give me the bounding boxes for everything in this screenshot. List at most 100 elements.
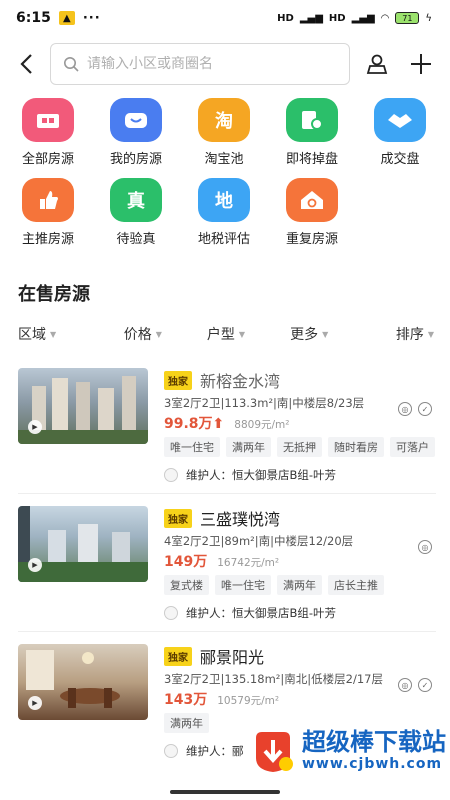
signal-bars-icon: ▂▄▆ xyxy=(299,12,323,24)
listing-name: 三盛璞悦湾 xyxy=(200,510,281,529)
agent-profile-button[interactable] xyxy=(360,47,394,81)
filter-label: 价格 xyxy=(123,327,152,343)
menu-label: 成交盘 xyxy=(380,152,420,167)
promoted-icon xyxy=(22,178,74,222)
listing-card[interactable]: ▶ 独家 三盛璞悦湾 4室2厅2卫|89m²|南|中楼层12/20层 149万 … xyxy=(18,494,436,632)
back-button[interactable] xyxy=(12,50,40,78)
charging-icon: ϟ xyxy=(425,12,432,24)
caret-down-icon: ▼ xyxy=(322,329,329,339)
menu-tax-assess[interactable]: 地 地税评估 xyxy=(180,178,268,258)
agent-row: 维护人：恒大御景店B组-叶芳 xyxy=(164,467,436,483)
filter-label: 户型 xyxy=(206,327,235,343)
tag: 可落户 xyxy=(390,437,435,457)
menu-tao-pool[interactable]: 淘 淘宝池 xyxy=(180,98,268,178)
agent-name: 维护人：恒大御景店B组-叶芳 xyxy=(186,606,337,620)
home-indicator[interactable] xyxy=(170,790,280,794)
menu-to-verify[interactable]: 真 待验真 xyxy=(92,178,180,258)
chevron-left-icon xyxy=(20,54,32,74)
menu-my-listings[interactable]: 我的房源 xyxy=(92,98,180,178)
more-notifications-icon: ··· xyxy=(82,10,101,26)
menu-all-listings[interactable]: 全部房源 xyxy=(4,98,92,178)
exclusive-badge: 独家 xyxy=(164,370,192,390)
signal-hd-1: HD xyxy=(277,12,294,24)
listing-list: ▶ 独家 新榕金水湾 3室2厅2卫|113.3m²|南|中楼层8/23层 99.… xyxy=(0,356,450,769)
menu-promoted[interactable]: 主推房源 xyxy=(4,178,92,258)
tao-pool-icon: 淘 xyxy=(198,98,250,142)
caret-down-icon: ▼ xyxy=(155,329,162,339)
listing-name: 新榕金水湾 xyxy=(200,372,281,391)
search-icon xyxy=(64,57,79,72)
filter-label: 排序 xyxy=(395,327,424,343)
price-up-icon: ⬆ xyxy=(212,416,225,432)
menu-label: 待验真 xyxy=(116,232,156,247)
avatar xyxy=(164,606,178,620)
battery-icon: 71 xyxy=(395,12,420,24)
search-box[interactable] xyxy=(50,43,350,85)
tag: 满两年 xyxy=(164,713,209,733)
notification-icon: ▲ xyxy=(58,11,75,25)
menu-label: 主推房源 xyxy=(21,232,74,247)
listing-spec: 3室2厅2卫|135.18m²|南北|低楼层2/17层 xyxy=(164,672,383,686)
menu-deal[interactable]: 成交盘 xyxy=(356,98,444,178)
verified-icon[interactable]: ✓ xyxy=(418,402,432,416)
listing-thumbnail[interactable]: ▶ xyxy=(18,644,148,720)
deal-icon xyxy=(374,98,426,142)
tag: 复式楼 xyxy=(164,575,209,595)
caret-down-icon: ▼ xyxy=(50,329,57,339)
search-input[interactable] xyxy=(87,56,337,72)
menu-label: 淘宝池 xyxy=(204,152,244,167)
tag: 随时看房 xyxy=(328,437,384,457)
filter-label: 更多 xyxy=(290,327,319,343)
filter-more[interactable]: 更多 ▼ xyxy=(268,324,351,344)
verified-icon[interactable]: ✓ xyxy=(418,678,432,692)
status-time: 6:15 xyxy=(16,10,51,26)
tag: 无抵押 xyxy=(277,437,322,457)
vr-icon[interactable]: ◎ xyxy=(398,678,412,692)
listing-card[interactable]: ▶ 独家 新榕金水湾 3室2厅2卫|113.3m²|南|中楼层8/23层 99.… xyxy=(18,356,436,494)
menu-label: 即将掉盘 xyxy=(285,152,338,167)
filter-price[interactable]: 价格 ▼ xyxy=(101,324,184,344)
plus-icon xyxy=(411,54,431,74)
to-verify-icon: 真 xyxy=(110,178,162,222)
tag: 满两年 xyxy=(277,575,322,595)
menu-duplicate[interactable]: 重复房源 xyxy=(268,178,356,258)
play-icon: ▶ xyxy=(28,558,42,572)
agent-name: 维护人：郦 xyxy=(186,744,244,758)
filter-sort[interactable]: 排序 ▼ xyxy=(351,324,440,344)
tag-list: 唯一住宅 满两年 无抵押 随时看房 可落户 xyxy=(164,437,436,457)
agent-row: 维护人：恒大御景店B组-叶芳 xyxy=(164,605,436,621)
vr-icon[interactable]: ◎ xyxy=(418,540,432,554)
caret-down-icon: ▼ xyxy=(427,329,435,339)
play-icon: ▶ xyxy=(28,696,42,710)
listing-price: 143万 xyxy=(164,692,208,708)
watermark: 超级棒下载站 www.cjbwh.com xyxy=(250,728,446,774)
listing-thumbnail[interactable]: ▶ xyxy=(18,506,148,582)
menu-about-to-drop[interactable]: 即将掉盘 xyxy=(268,98,356,178)
quick-menu-grid: 全部房源 我的房源 淘 淘宝池 即将掉盘 成交盘 主推房源 真 待验真 地 地税… xyxy=(0,92,450,258)
menu-label: 地税评估 xyxy=(197,232,250,247)
tax-assess-icon: 地 xyxy=(198,178,250,222)
vr-icon[interactable]: ◎ xyxy=(398,402,412,416)
tag: 店长主推 xyxy=(328,575,384,595)
watermark-url: www.cjbwh.com xyxy=(302,755,443,772)
download-site-logo-icon xyxy=(256,732,293,772)
duplicate-icon xyxy=(286,178,338,222)
avatar xyxy=(164,468,178,482)
section-title: 在售房源 xyxy=(18,284,90,305)
search-header xyxy=(0,36,450,92)
unit-price: 16742元/m² xyxy=(217,557,280,569)
menu-label: 重复房源 xyxy=(285,232,338,247)
signal-hd-2: HD xyxy=(328,12,346,24)
watermark-title: 超级棒下载站 xyxy=(302,728,446,757)
filter-area[interactable]: 区域 ▼ xyxy=(10,324,101,344)
add-button[interactable] xyxy=(404,47,438,81)
tag: 唯一住宅 xyxy=(164,437,220,457)
listing-thumbnail[interactable]: ▶ xyxy=(18,368,148,444)
listing-spec: 4室2厅2卫|89m²|南|中楼层12/20层 xyxy=(164,534,354,548)
tag-list: 复式楼 唯一住宅 满两年 店长主推 xyxy=(164,575,436,595)
caret-down-icon: ▼ xyxy=(238,329,246,339)
all-listings-icon xyxy=(22,98,74,142)
unit-price: 10579元/m² xyxy=(217,695,280,707)
listing-name: 郦景阳光 xyxy=(200,648,265,667)
filter-layout[interactable]: 户型 ▼ xyxy=(184,324,267,344)
